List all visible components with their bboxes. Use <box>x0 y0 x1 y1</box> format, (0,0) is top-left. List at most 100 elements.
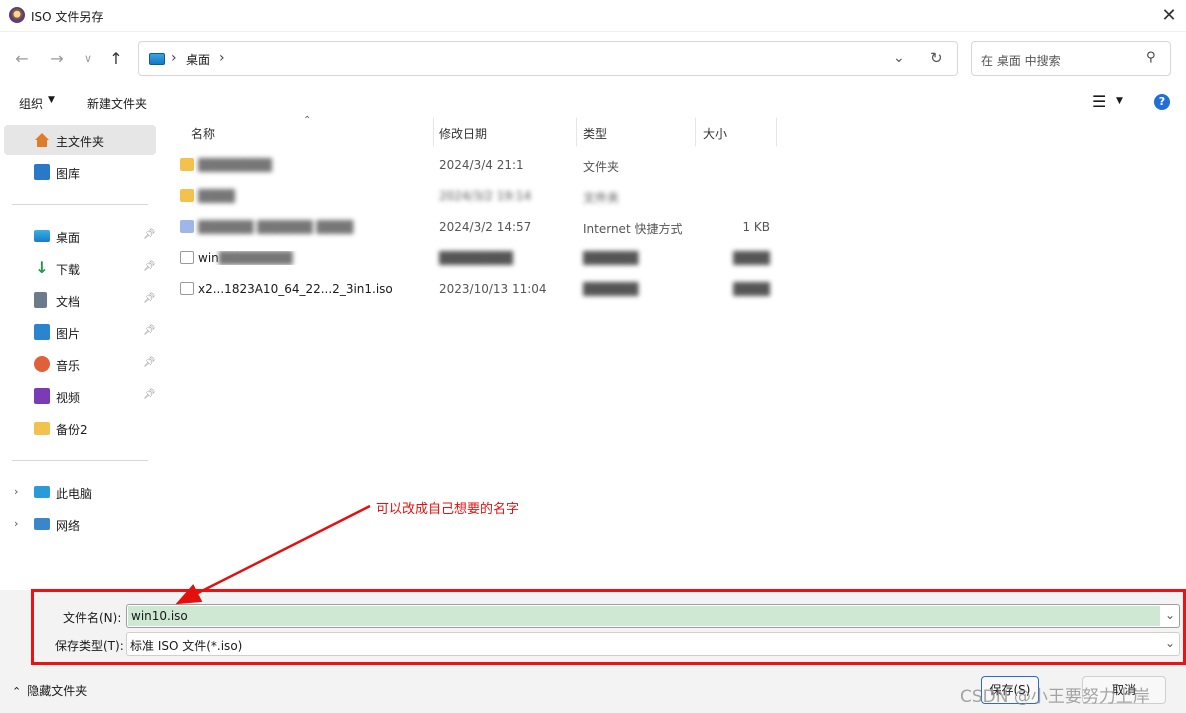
file-icon <box>180 251 194 264</box>
sidebar-item-label: 网络 <box>56 519 81 533</box>
desktop-icon <box>34 230 50 242</box>
table-row[interactable]: ██████ ██████ ████ 2024/3/2 14:57 Intern… <box>160 211 780 242</box>
column-separator[interactable] <box>576 118 577 146</box>
expand-chevron-icon[interactable]: › <box>14 517 18 530</box>
home-icon <box>34 132 50 148</box>
chevron-down-icon: ⌄ <box>893 50 905 66</box>
column-header-name[interactable]: 名称 <box>191 118 215 146</box>
organize-button[interactable]: 组织 <box>19 95 43 112</box>
file-date: 2023/10/13 11:04 <box>439 282 547 296</box>
desktop-location-icon <box>149 53 165 65</box>
file-type: ██████ <box>583 251 639 265</box>
file-name-visible: win <box>198 251 219 265</box>
column-separator[interactable] <box>433 118 434 146</box>
close-icon: ✕ <box>1161 4 1177 26</box>
table-row[interactable]: win████████ ████████ ██████ ████ <box>160 242 780 273</box>
pin-icon[interactable]: 📌︎ <box>143 229 156 240</box>
network-icon <box>34 518 50 530</box>
shortcut-icon <box>180 220 194 233</box>
folder-icon <box>180 158 194 171</box>
view-options-button[interactable]: ☰ <box>1092 92 1106 111</box>
column-header-date[interactable]: 修改日期 <box>439 118 487 146</box>
picture-icon <box>34 324 50 340</box>
download-icon: ↓ <box>35 258 49 277</box>
expand-chevron-icon[interactable]: › <box>14 485 18 498</box>
breadcrumb-separator[interactable]: › <box>219 50 225 66</box>
file-list: 名称 ⌃ 修改日期 类型 大小 ████████ 2024/3/4 21:1 文… <box>160 115 1186 590</box>
sidebar-item-network[interactable]: › 网络 <box>4 509 156 539</box>
hide-folders-toggle[interactable]: ⌃ 隐藏文件夹 <box>12 682 87 699</box>
refresh-button[interactable]: ↻ <box>930 49 943 67</box>
file-date: 2024/3/2 14:57 <box>439 220 532 234</box>
sidebar-item-music[interactable]: 音乐 📌︎ <box>4 349 156 379</box>
column-separator[interactable] <box>695 118 696 146</box>
file-name: x2...1823A10_64_22...2_3in1.iso <box>198 282 393 296</box>
highlight-box <box>31 589 1186 665</box>
title-bar: ISO 文件另存 ✕ <box>0 0 1186 32</box>
file-date: ████████ <box>439 251 513 265</box>
recent-locations-button[interactable]: ∨ <box>76 46 100 70</box>
sidebar-item-gallery[interactable]: 图库 <box>4 157 156 187</box>
sidebar-item-label: 桌面 <box>56 231 81 245</box>
sidebar-item-backup2[interactable]: 备份2 <box>4 413 156 443</box>
caret-down-icon: ▼ <box>48 95 55 105</box>
file-name: ████████ <box>198 158 272 172</box>
forward-button[interactable]: → <box>45 46 69 70</box>
folder-icon <box>34 422 50 435</box>
address-bar[interactable]: › 桌面 › ⌄ ↻ <box>138 41 958 76</box>
sidebar-item-label: 视频 <box>56 391 81 405</box>
sidebar-item-videos[interactable]: 视频 📌︎ <box>4 381 156 411</box>
pin-icon[interactable]: 📌︎ <box>143 325 156 336</box>
file-icon <box>180 282 194 295</box>
back-button[interactable]: ← <box>10 46 34 70</box>
file-type: 文件夹 <box>583 191 620 205</box>
column-separator[interactable] <box>776 118 777 146</box>
table-row[interactable]: x2...1823A10_64_22...2_3in1.iso 2023/10/… <box>160 273 780 304</box>
file-type: ██████ <box>583 282 639 296</box>
pin-icon[interactable]: 📌︎ <box>143 261 156 272</box>
list-view-icon: ☰ <box>1092 92 1107 111</box>
file-name: ████ <box>198 189 235 203</box>
file-name-redacted: ████████ <box>218 251 293 265</box>
address-history-button[interactable]: ⌄ <box>893 50 905 66</box>
close-button[interactable]: ✕ <box>1154 2 1184 28</box>
sidebar-item-label: 图库 <box>56 167 81 181</box>
sidebar-item-pictures[interactable]: 图片 📌︎ <box>4 317 156 347</box>
gallery-icon <box>34 164 50 180</box>
file-name: win████████ <box>198 251 428 265</box>
column-header-size[interactable]: 大小 <box>703 118 727 146</box>
arrow-up-icon: ↑ <box>109 48 123 68</box>
pin-icon[interactable]: 📌︎ <box>143 357 156 368</box>
pin-icon[interactable]: 📌︎ <box>143 293 156 304</box>
arrow-left-icon: ← <box>15 48 29 68</box>
sidebar-item-label: 备份2 <box>56 423 88 437</box>
sidebar-item-label: 此电脑 <box>56 487 93 501</box>
music-icon <box>34 356 50 372</box>
sidebar-divider <box>12 204 148 205</box>
table-row[interactable]: ████████ 2024/3/4 21:1 文件夹 <box>160 149 780 180</box>
sidebar-item-home[interactable]: 主文件夹 <box>4 125 156 155</box>
sidebar-item-desktop[interactable]: 桌面 📌︎ <box>4 221 156 251</box>
caret-up-icon: ⌃ <box>12 685 22 698</box>
pin-icon[interactable]: 📌︎ <box>143 389 156 400</box>
window-title: ISO 文件另存 <box>31 10 104 24</box>
sidebar-item-documents[interactable]: 文档 📌︎ <box>4 285 156 315</box>
up-button[interactable]: ↑ <box>104 46 128 70</box>
file-type: Internet 快捷方式 <box>583 222 683 236</box>
file-date: 2024/3/4 21:1 <box>439 158 524 172</box>
breadcrumb-desktop[interactable]: 桌面 <box>186 51 210 68</box>
help-icon[interactable]: ? <box>1154 94 1170 110</box>
arrow-right-icon: → <box>50 48 64 68</box>
navigation-pane: 主文件夹 图库 桌面 📌︎ ↓ 下载 📌︎ 文档 📌︎ 图片 📌︎ 音乐 📌︎ … <box>0 118 160 590</box>
sidebar-item-downloads[interactable]: ↓ 下载 📌︎ <box>4 253 156 283</box>
search-icon[interactable]: ⚲ <box>1146 50 1156 65</box>
sidebar-item-this-pc[interactable]: › 此电脑 <box>4 477 156 507</box>
breadcrumb-separator[interactable]: › <box>171 50 177 66</box>
search-input[interactable]: 在 桌面 中搜索 ⚲ <box>971 41 1171 76</box>
command-bar: 组织 ▼ 新建文件夹 ☰ ▼ ? <box>0 88 1186 118</box>
sidebar-item-label: 下载 <box>56 263 81 277</box>
table-row[interactable]: ████ 2024/3/2 19:14 文件夹 <box>160 180 780 211</box>
caret-down-icon[interactable]: ▼ <box>1116 96 1123 106</box>
column-header-type[interactable]: 类型 <box>583 118 607 146</box>
new-folder-button[interactable]: 新建文件夹 <box>87 95 147 112</box>
